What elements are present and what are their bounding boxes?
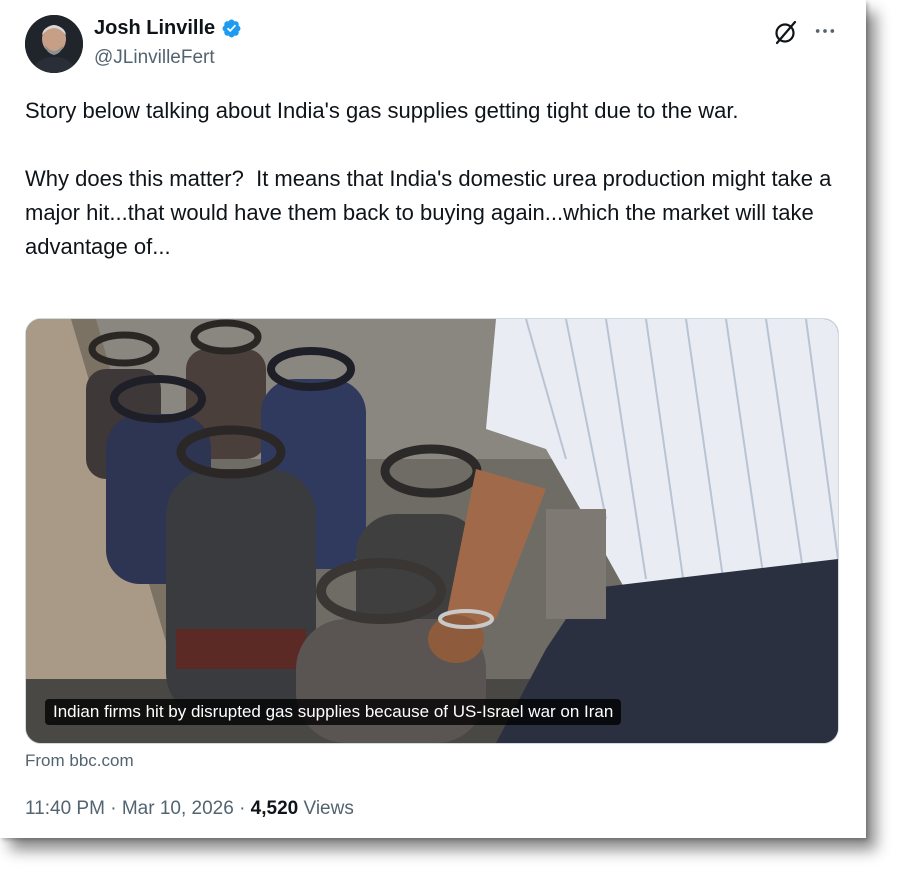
tweet-date[interactable]: Mar 10, 2026 [122,798,234,819]
tweet-time[interactable]: 11:40 PM [25,798,105,819]
meta-separator: · [110,798,117,819]
views-label: Views [303,798,354,819]
tweet-text: Story below talking about India's gas su… [25,98,832,259]
author-display-name[interactable]: Josh Linville [94,17,215,40]
avatar-image [25,15,83,73]
link-source[interactable]: From bbc.com [25,751,134,771]
tweet-metadata: 11:40 PM · Mar 10, 2026 · 4,520 Views [25,798,354,820]
verified-badge-icon[interactable] [221,18,242,39]
more-options-icon[interactable] [810,17,840,45]
gas-cylinders-photo [26,319,838,743]
link-card-image[interactable]: Indian firms hit by disrupted gas suppli… [25,318,839,744]
author-avatar[interactable] [25,15,83,73]
link-card-caption: Indian firms hit by disrupted gas suppli… [45,699,622,725]
views-count: 4,520 [250,798,299,819]
tweet-card: Josh Linville @JLinvilleFert Story below… [0,0,866,838]
grok-icon[interactable] [772,18,800,46]
author-handle[interactable]: @JLinvilleFert [94,47,215,69]
author-name-row: Josh Linville [94,17,242,40]
meta-separator-2: · [239,798,246,819]
